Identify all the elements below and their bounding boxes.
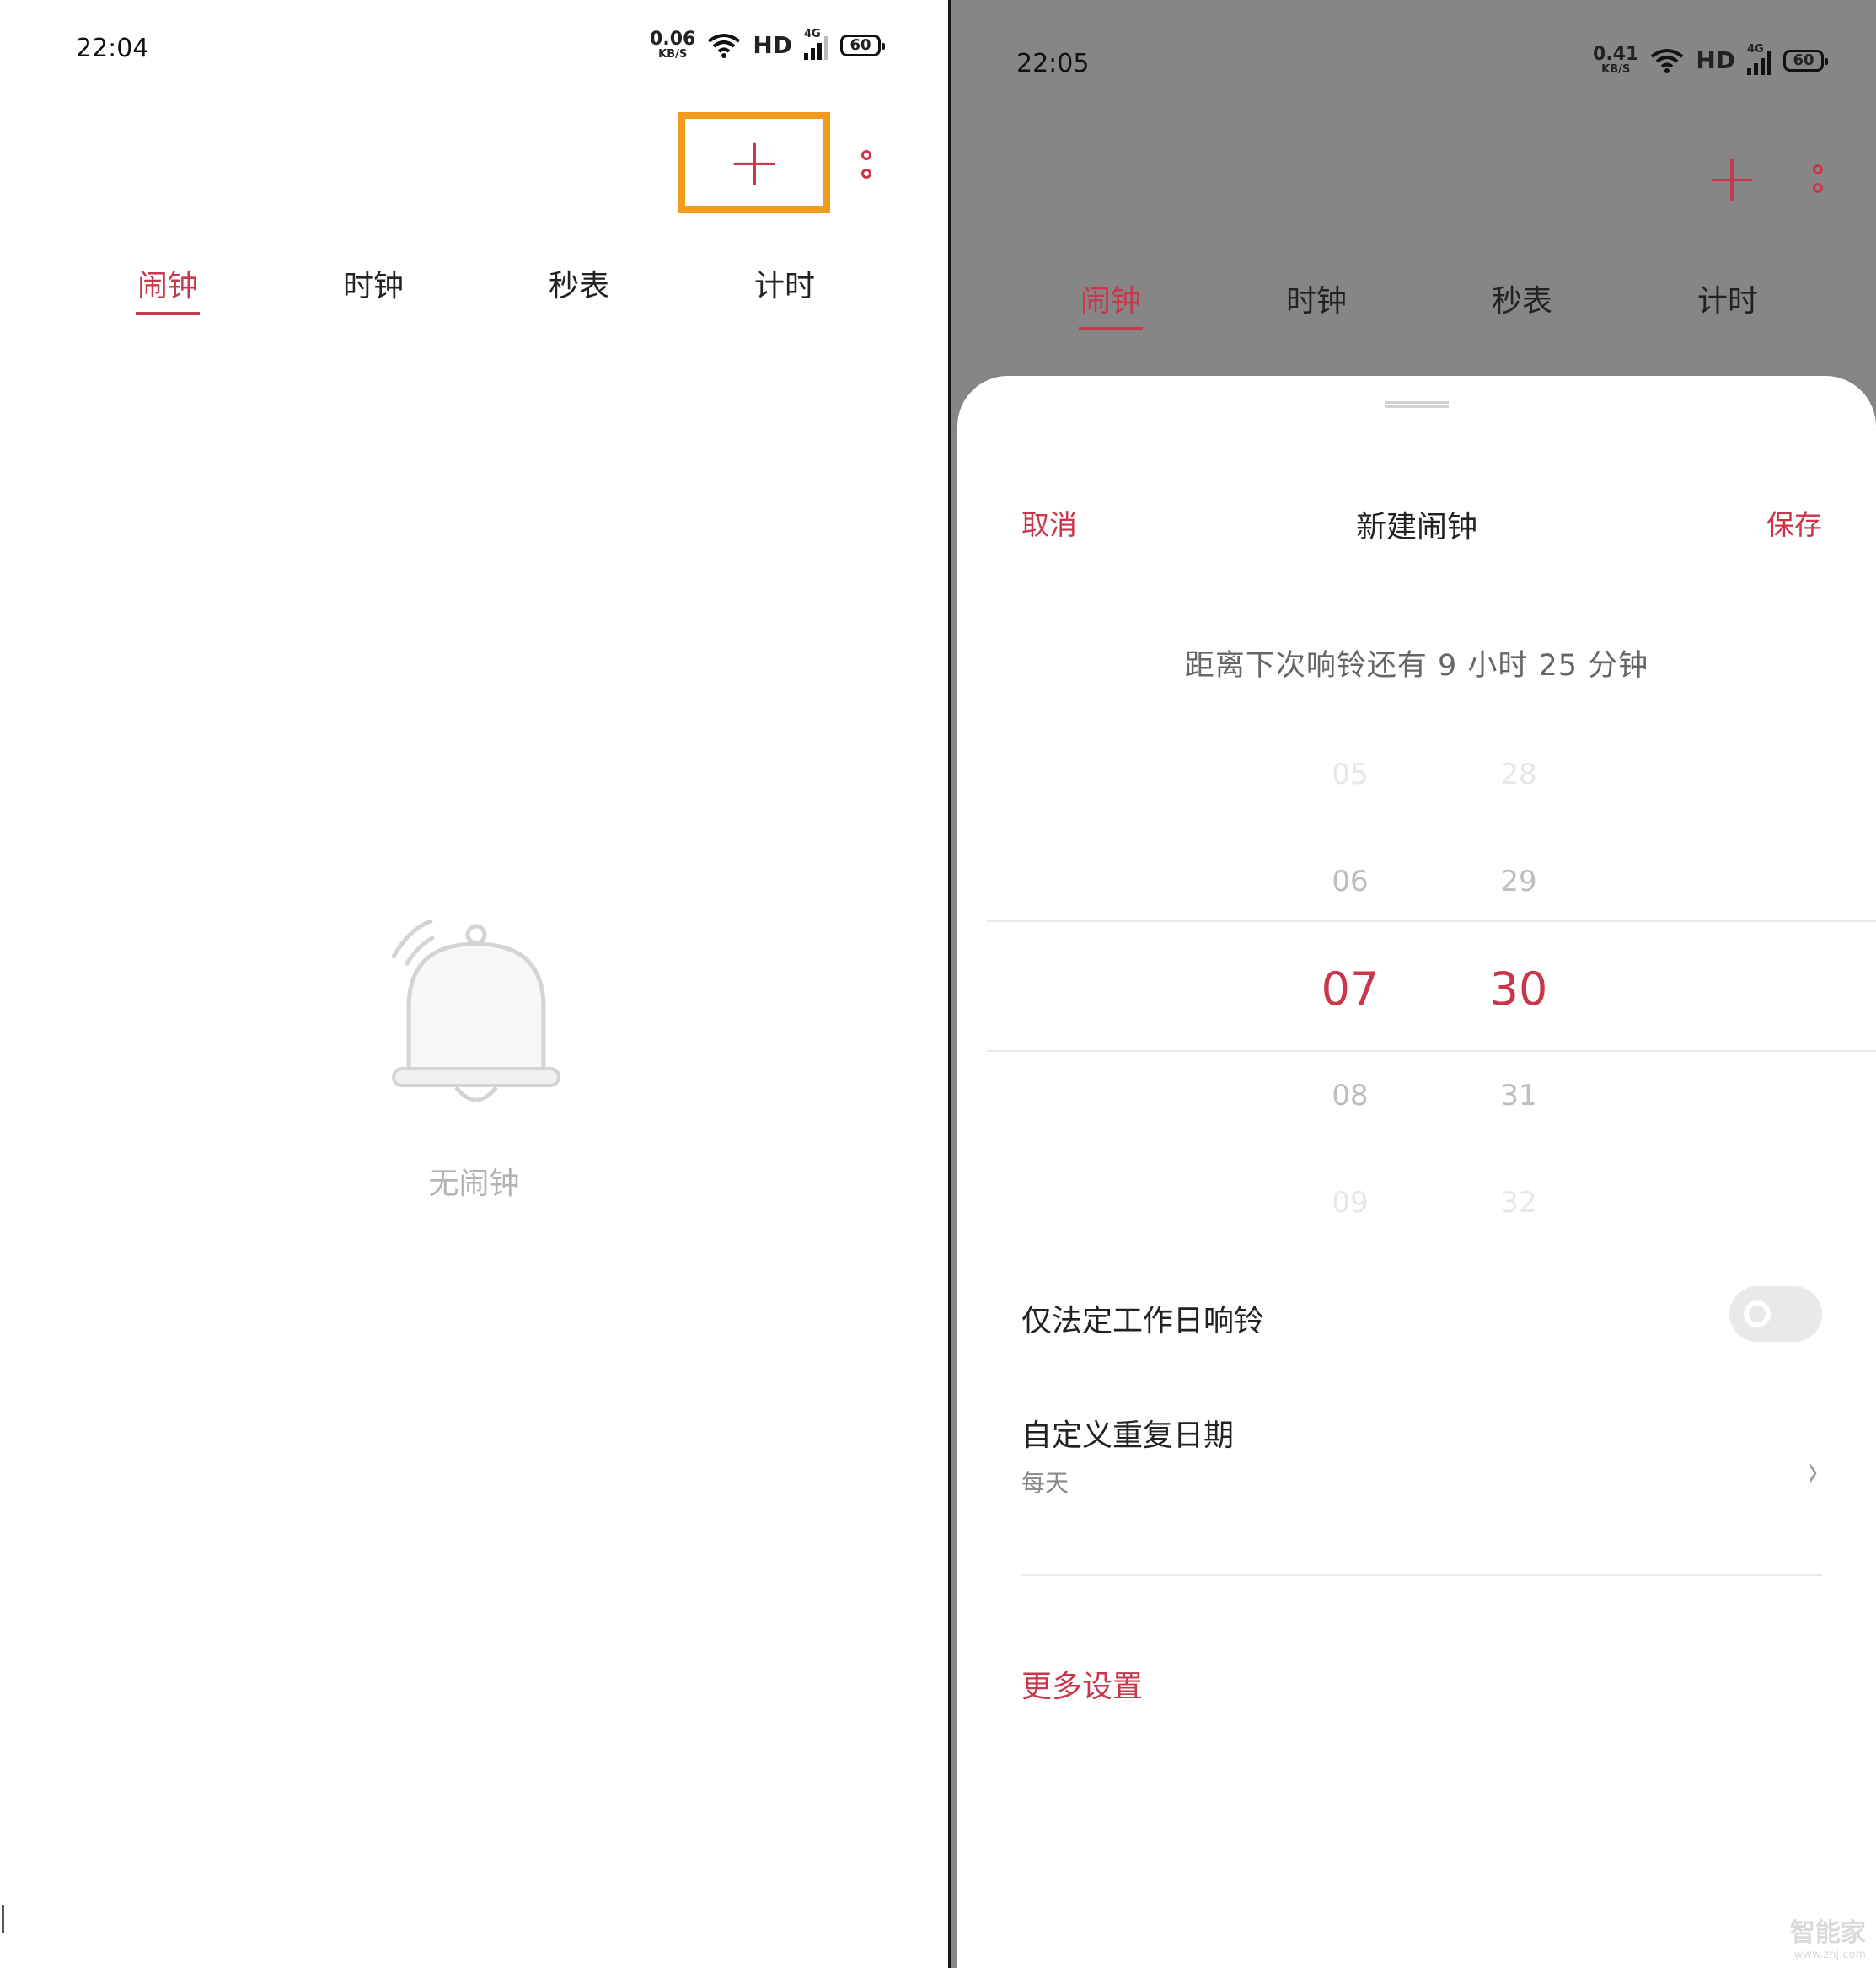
net-speed: 0.06 KB/S <box>650 29 696 61</box>
status-icons: 0.06 KB/S HD 4G 60 <box>650 27 885 61</box>
minute-option[interactable]: 31 <box>1468 1079 1569 1113</box>
status-bar: 22:05 0.41 KB/S HD 4G 60 <box>951 42 1876 88</box>
tab-clock[interactable]: 时钟 <box>1214 276 1419 320</box>
net-speed-value: 0.41 <box>1593 44 1639 65</box>
repeat-row[interactable]: 自定义重复日期 每天 › <box>1021 1411 1822 1529</box>
minute-option[interactable]: 29 <box>1468 865 1569 898</box>
battery-level: 60 <box>1793 51 1814 69</box>
tab-stopwatch[interactable]: 秒表 <box>1419 276 1625 320</box>
watermark: 智能家 www.znj.com <box>1790 1912 1866 1961</box>
drag-handle[interactable] <box>1385 401 1449 408</box>
net-speed-value: 0.06 <box>650 29 696 50</box>
chevron-right-icon: › <box>1808 1446 1819 1497</box>
tab-timer[interactable]: 计时 <box>1625 276 1830 320</box>
net-speed: 0.41 KB/S <box>1593 44 1639 76</box>
hour-option[interactable]: 05 <box>1300 758 1401 791</box>
more-dot-icon <box>861 150 871 160</box>
status-icons: 0.41 KB/S HD 4G 60 <box>1593 42 1828 76</box>
toggle-knob <box>1744 1300 1771 1327</box>
minute-option[interactable]: 28 <box>1468 758 1569 791</box>
tab-bar: 闹钟 时钟 秒表 计时 <box>0 261 948 315</box>
sheet-title: 新建闹钟 <box>1355 510 1477 544</box>
divider <box>1021 1574 1822 1576</box>
wifi-icon <box>1651 48 1684 73</box>
hour-option[interactable]: 06 <box>1300 865 1401 898</box>
save-button[interactable]: 保存 <box>1766 502 1822 543</box>
workday-only-row[interactable]: 仅法定工作日响铃 <box>1021 1286 1822 1354</box>
countdown-text: 距离下次响铃还有 9 小时 25 分钟 <box>1184 649 1649 683</box>
repeat-value: 每天 <box>1021 1469 1069 1497</box>
left-screen: 22:04 0.06 KB/S HD 4G 60 + 闹钟 时钟 秒表 计时 无… <box>0 0 948 1968</box>
minute-option[interactable]: 32 <box>1468 1186 1569 1220</box>
hour-option[interactable]: 09 <box>1300 1186 1401 1220</box>
tab-timer[interactable]: 计时 <box>682 261 887 305</box>
add-alarm-button[interactable]: + <box>678 112 830 213</box>
workday-only-label: 仅法定工作日响铃 <box>1021 1304 1265 1338</box>
tab-bar: 闹钟 时钟 秒表 计时 <box>951 276 1876 330</box>
status-bar: 22:04 0.06 KB/S HD 4G 60 <box>0 27 948 72</box>
tab-alarm[interactable]: 闹钟 <box>65 261 271 315</box>
hour-option[interactable]: 08 <box>1300 1079 1401 1113</box>
right-screen: 22:05 0.41 KB/S HD 4G 60 + 闹钟 时钟 秒表 计时 取… <box>951 0 1876 1968</box>
hd-indicator: HD <box>753 31 792 59</box>
hd-indicator: HD <box>1696 46 1735 74</box>
plus-icon: + <box>726 125 782 201</box>
selected-minute[interactable]: 30 <box>1468 963 1569 1016</box>
tab-stopwatch[interactable]: 秒表 <box>476 261 682 305</box>
status-time: 22:05 <box>1016 49 1090 78</box>
battery-icon: 60 <box>840 34 885 56</box>
more-dot-icon <box>861 169 871 179</box>
wifi-icon <box>708 33 741 58</box>
picker-line <box>987 1050 1876 1052</box>
bell-icon <box>391 919 560 1102</box>
status-time: 22:04 <box>76 34 149 63</box>
more-options-button[interactable] <box>1801 145 1835 212</box>
watermark-main: 智能家 <box>1790 1918 1866 1948</box>
plus-icon: + <box>1704 141 1760 217</box>
more-dot-icon <box>1813 164 1823 174</box>
cell-signal-icon: 4G <box>1747 42 1771 75</box>
tab-clock[interactable]: 时钟 <box>271 261 476 305</box>
battery-icon: 60 <box>1783 49 1828 72</box>
time-picker[interactable]: 05 06 07 08 09 28 29 30 31 32 <box>957 730 1876 1220</box>
workday-only-toggle[interactable] <box>1729 1286 1822 1342</box>
net-speed-unit: KB/S <box>1601 63 1631 76</box>
watermark-sub: www.znj.com <box>1793 1949 1866 1961</box>
tab-alarm[interactable]: 闹钟 <box>1008 276 1214 330</box>
more-dot-icon <box>1813 183 1823 193</box>
signal-type: 4G <box>804 27 821 40</box>
repeat-label: 自定义重复日期 <box>1021 1418 1235 1453</box>
more-options-button[interactable] <box>850 131 883 198</box>
new-alarm-sheet: 取消 新建闹钟 保存 距离下次响铃还有 9 小时 25 分钟 05 06 07 … <box>957 376 1876 1968</box>
more-settings-link[interactable]: 更多设置 <box>1021 1662 1143 1706</box>
selected-hour[interactable]: 07 <box>1300 963 1401 1016</box>
picker-line <box>987 920 1876 922</box>
sheet-header: 取消 新建闹钟 保存 <box>957 502 1876 553</box>
empty-state-text: 无闹钟 <box>428 1166 520 1201</box>
battery-level: 60 <box>850 36 871 54</box>
cell-signal-icon: 4G <box>804 27 828 60</box>
add-alarm-button[interactable]: + <box>1656 128 1808 229</box>
edge-mark <box>2 1905 4 1933</box>
signal-type: 4G <box>1747 42 1764 56</box>
net-speed-unit: KB/S <box>658 48 688 61</box>
